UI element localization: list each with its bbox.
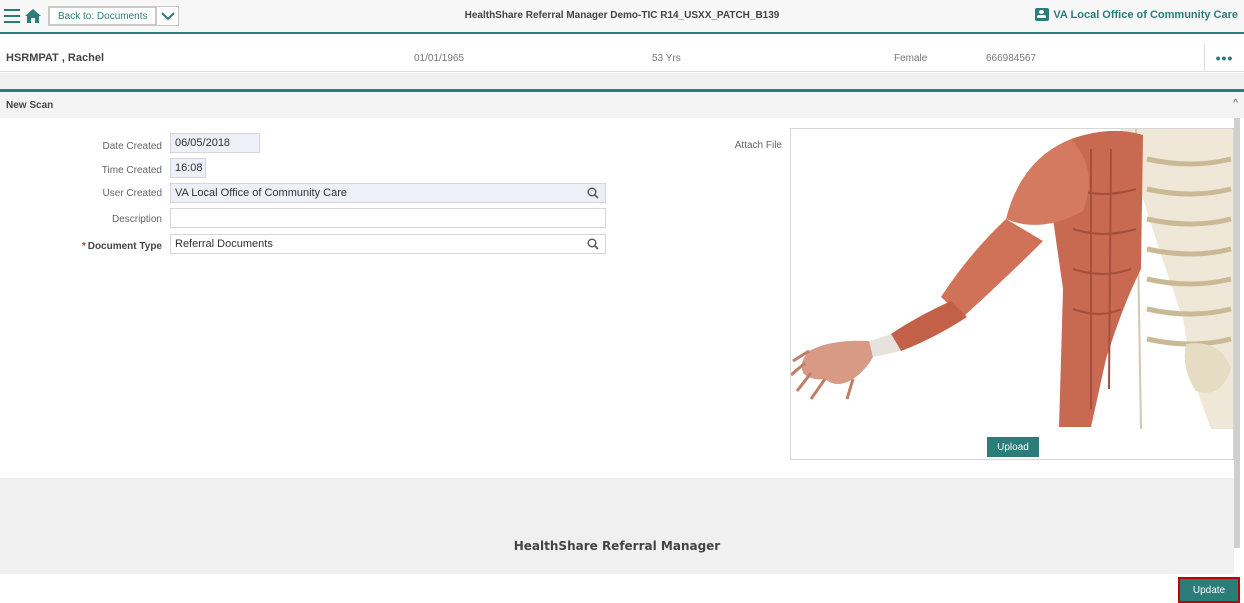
description-label: Description xyxy=(111,214,162,225)
footer: HealthShare Referral Manager xyxy=(0,478,1234,574)
scrollbar[interactable] xyxy=(1234,118,1240,548)
patient-gender: Female xyxy=(894,53,928,64)
document-type-label-text: Document Type xyxy=(87,241,162,252)
organization-label: VA Local Office of Community Care xyxy=(1053,8,1238,21)
upload-button[interactable]: Upload xyxy=(987,437,1039,457)
user-badge-icon xyxy=(1035,8,1050,21)
arm-anatomy-image xyxy=(791,129,1233,429)
collapse-icon[interactable]: ^ xyxy=(1233,98,1238,109)
search-icon[interactable] xyxy=(587,238,599,250)
document-type-value: Referral Documents xyxy=(175,238,273,250)
divider-band xyxy=(0,73,1244,89)
back-to-documents-label: Back to: Documents xyxy=(49,7,157,25)
update-button[interactable]: Update xyxy=(1178,577,1240,603)
patient-age: 53 Yrs xyxy=(652,53,681,64)
patient-name: HSRMPAT , Rachel xyxy=(6,52,104,64)
document-type-label: * Document Type xyxy=(12,241,162,252)
date-created-field: 06/05/2018 xyxy=(170,133,260,153)
top-nav-bar: Back to: Documents HealthShare Referral … xyxy=(0,0,1244,34)
search-icon[interactable] xyxy=(587,187,599,199)
scrollbar-thumb[interactable] xyxy=(1234,118,1240,548)
more-options-button[interactable]: ••• xyxy=(1204,44,1244,72)
section-title: New Scan xyxy=(6,100,54,111)
section-header: New Scan ^ xyxy=(0,92,1244,118)
back-to-documents-button[interactable]: Back to: Documents xyxy=(48,6,180,26)
attach-file-preview[interactable]: Upload xyxy=(790,128,1234,460)
time-created-label: Time Created xyxy=(101,165,162,176)
footer-text: HealthShare Referral Manager xyxy=(513,539,721,553)
document-type-field[interactable]: Referral Documents xyxy=(170,234,606,254)
organization-menu[interactable]: VA Local Office of Community Care xyxy=(1035,8,1238,21)
required-marker: * xyxy=(81,241,86,252)
user-created-field[interactable]: VA Local Office of Community Care xyxy=(170,183,606,203)
menu-icon[interactable] xyxy=(4,9,20,23)
attach-file-label: Attach File xyxy=(734,140,782,151)
user-created-label: User Created xyxy=(102,188,162,199)
description-input[interactable] xyxy=(170,208,606,228)
date-created-label: Date Created xyxy=(102,141,162,152)
user-created-value: VA Local Office of Community Care xyxy=(175,187,347,199)
patient-id: 666984567 xyxy=(986,53,1037,64)
patient-dob: 01/01/1965 xyxy=(414,53,465,64)
chevron-down-icon[interactable] xyxy=(156,7,178,25)
time-created-field: 16:08 xyxy=(170,158,206,178)
home-icon[interactable] xyxy=(24,7,42,25)
patient-banner: HSRMPAT , Rachel 01/01/1965 53 Yrs Femal… xyxy=(0,44,1244,72)
